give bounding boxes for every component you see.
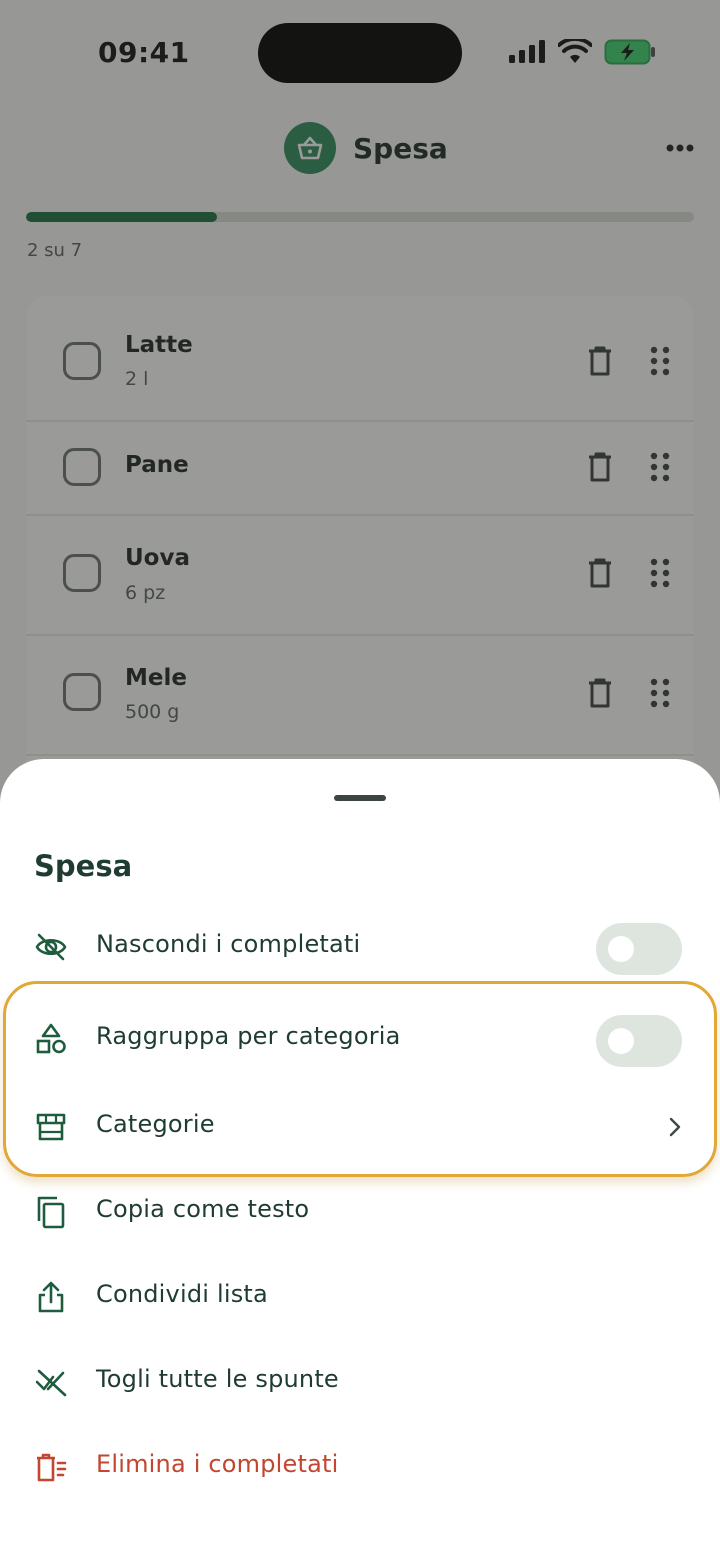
option-label: Copia come testo bbox=[96, 1195, 310, 1223]
group-by-category-toggle[interactable] bbox=[596, 1015, 682, 1067]
share-icon bbox=[38, 1281, 64, 1313]
option-label: Togli tutte le spunte bbox=[96, 1365, 339, 1393]
sheet-title: Spesa bbox=[34, 849, 133, 883]
eye-off-icon bbox=[35, 933, 67, 961]
option-label: Categorie bbox=[96, 1110, 215, 1138]
option-label: Raggruppa per categoria bbox=[96, 1022, 401, 1050]
option-categories[interactable]: Categorie bbox=[0, 1084, 720, 1168]
option-hide-completed[interactable]: Nascondi i completati bbox=[0, 904, 720, 988]
chevron-right-icon bbox=[669, 1117, 681, 1137]
option-uncheck-all[interactable]: Togli tutte le spunte bbox=[0, 1339, 720, 1423]
check-off-icon bbox=[35, 1369, 67, 1397]
option-label: Elimina i completati bbox=[96, 1450, 339, 1478]
store-icon bbox=[36, 1113, 66, 1141]
options-bottom-sheet: Spesa Nascondi i completati Raggruppa pe… bbox=[0, 759, 720, 1564]
copy-icon bbox=[37, 1196, 65, 1229]
toggle-knob bbox=[608, 1028, 634, 1054]
toggle-knob bbox=[608, 936, 634, 962]
option-copy-as-text[interactable]: Copia come testo bbox=[0, 1169, 720, 1253]
option-delete-completed[interactable]: Elimina i completati bbox=[0, 1424, 720, 1508]
option-label: Condividi lista bbox=[96, 1280, 268, 1308]
shapes-icon bbox=[36, 1023, 66, 1054]
option-label: Nascondi i completati bbox=[96, 930, 361, 958]
hide-completed-toggle[interactable] bbox=[596, 923, 682, 975]
sheet-drag-handle[interactable] bbox=[334, 795, 386, 801]
option-group-by-category[interactable]: Raggruppa per categoria bbox=[0, 996, 720, 1080]
option-share-list[interactable]: Condividi lista bbox=[0, 1254, 720, 1338]
delete-list-icon bbox=[37, 1453, 67, 1482]
